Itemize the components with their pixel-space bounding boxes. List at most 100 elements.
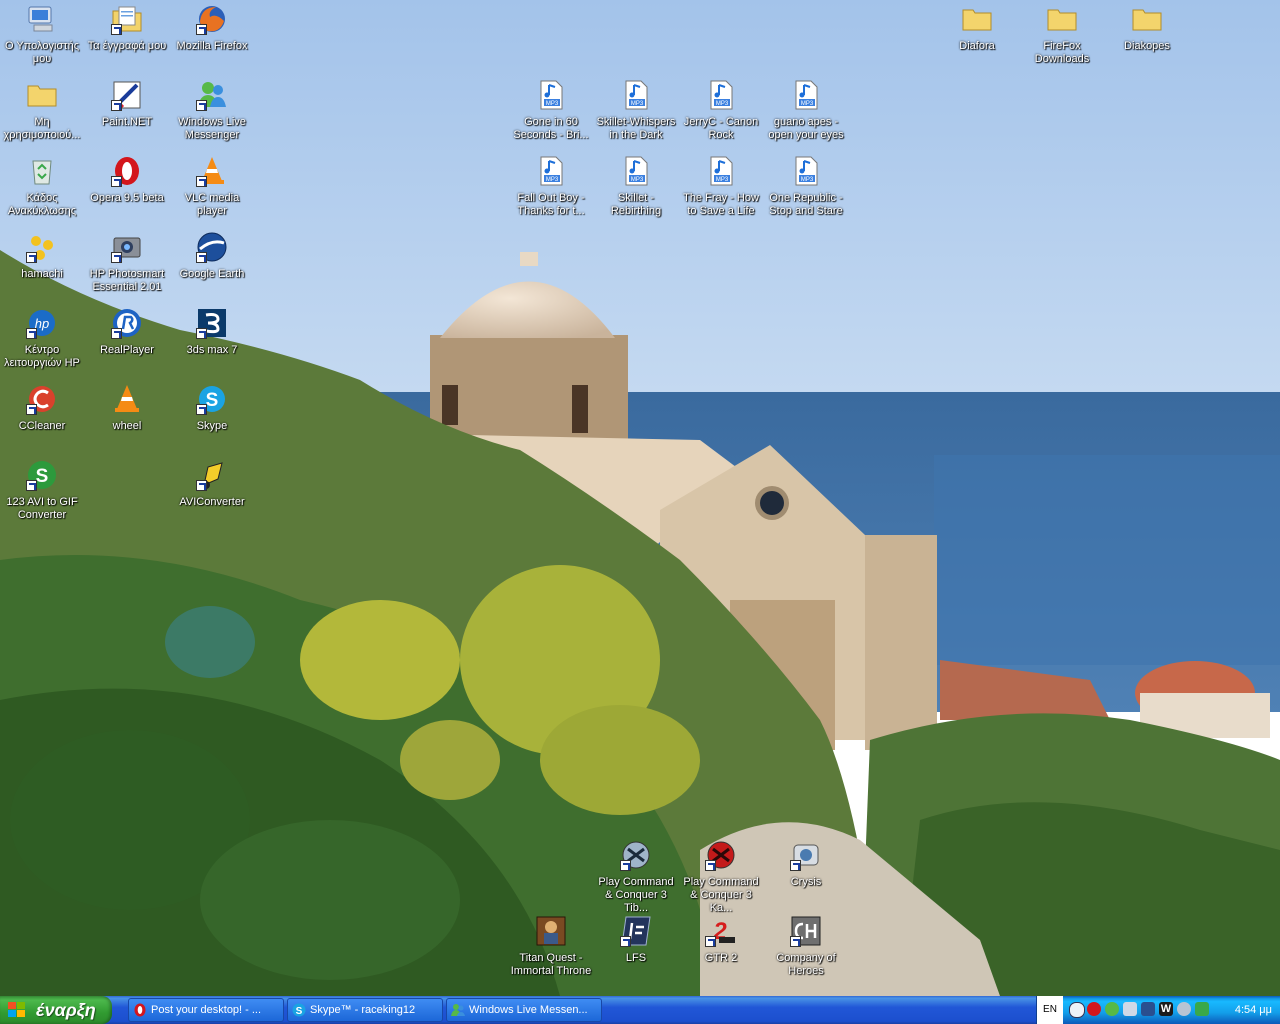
mp3-icon: MP3	[535, 155, 567, 187]
shortcut-arrow-icon	[111, 176, 122, 187]
desktop-icon-recycle-bin[interactable]: Κάδος Ανακύκλωσης	[0, 155, 84, 227]
desktop-icon-paintnet[interactable]: Paint.NET	[85, 79, 169, 151]
shortcut-arrow-icon	[111, 24, 122, 35]
desktop-icon-hamachi[interactable]: hamachi	[0, 231, 84, 303]
cnc3-kane-icon	[705, 839, 737, 871]
desktop-icon-firefox[interactable]: Mozilla Firefox	[170, 3, 254, 75]
svg-text:MP3: MP3	[716, 101, 729, 107]
desktop-icon-mp3[interactable]: MP3 One Republic - Stop and Stare	[764, 155, 848, 227]
desktop[interactable]: Ο Υπολογιστής μου Τα έγγραφά μου Mozilla…	[0, 0, 1280, 996]
svg-text:MP3: MP3	[631, 177, 644, 183]
desktop-icon-diafora[interactable]: Diafora	[935, 3, 1019, 75]
lfs-icon	[620, 915, 652, 947]
antivirus-icon[interactable]	[1123, 1002, 1137, 1016]
shortcut-arrow-icon	[620, 860, 631, 871]
taskbar-button-messenger[interactable]: Windows Live Messen...	[446, 998, 602, 1022]
shortcut-arrow-icon	[26, 404, 37, 415]
messenger-tray-icon[interactable]	[1105, 1002, 1119, 1016]
shortcut-arrow-icon	[111, 328, 122, 339]
taskbar: έναρξη Post your desktop! - ... S Skype™…	[0, 996, 1280, 1024]
desktop-icon-hp-photosmart[interactable]: HP Photosmart Essential 2.01	[85, 231, 169, 303]
desktop-icon-unused[interactable]: Μη χρησιμοποιού...	[0, 79, 84, 151]
kaspersky-icon[interactable]	[1195, 1002, 1209, 1016]
desktop-icon-mp3[interactable]: MP3 JerryC - Canon Rock	[679, 79, 763, 151]
shortcut-arrow-icon	[196, 252, 207, 263]
desktop-icon-mp3[interactable]: MP3 Gone in 60 Seconds - Bri...	[509, 79, 593, 151]
folder-icon	[1131, 3, 1163, 35]
network-icon[interactable]	[1141, 1002, 1155, 1016]
crysis-icon	[790, 839, 822, 871]
shortcut-arrow-icon	[196, 100, 207, 111]
my-documents-icon	[111, 3, 143, 35]
vlc-icon	[111, 383, 143, 415]
taskbar-button-opera[interactable]: Post your desktop! - ...	[128, 998, 284, 1022]
volume-icon[interactable]	[1177, 1002, 1191, 1016]
desktop-icon-cnc3-tiberium[interactable]: Play Command & Conquer 3 Tib...	[594, 839, 678, 914]
desktop-icon-wheel[interactable]: wheel	[85, 383, 169, 455]
desktop-icon-vlc[interactable]: VLC media player	[170, 155, 254, 227]
desktop-icon-firefox-downloads[interactable]: FireFox Downloads	[1020, 3, 1104, 75]
cnc3-icon	[620, 839, 652, 871]
gtr2-icon: 2	[705, 915, 737, 947]
svg-text:S: S	[296, 1006, 303, 1017]
shortcut-arrow-icon	[196, 176, 207, 187]
svg-text:MP3: MP3	[801, 177, 814, 183]
desktop-icon-skype[interactable]: S Skype	[170, 383, 254, 455]
desktop-icon-mp3[interactable]: MP3 Skillet - Rebirthing	[594, 155, 678, 227]
taskbar-button-skype[interactable]: S Skype™ - raceking12	[287, 998, 443, 1022]
winamp-icon[interactable]: W	[1159, 1002, 1173, 1016]
hp-icon: hp	[26, 307, 58, 339]
desktop-icon-mp3[interactable]: MP3 The Fray - How to Save a Life	[679, 155, 763, 227]
language-indicator[interactable]: EN	[1037, 996, 1063, 1024]
svg-text:MP3: MP3	[546, 177, 559, 183]
desktop-icon-wlm[interactable]: Windows Live Messenger	[170, 79, 254, 151]
desktop-icon-mp3[interactable]: MP3 Fall Out Boy - Thanks for t...	[509, 155, 593, 227]
shortcut-arrow-icon	[196, 24, 207, 35]
mp3-icon: MP3	[620, 79, 652, 111]
shortcut-arrow-icon	[620, 936, 631, 947]
desktop-icon-mp3[interactable]: MP3 Skillet-Whispers in the Dark	[594, 79, 678, 151]
svg-text:MP3: MP3	[631, 101, 644, 107]
desktop-icon-my-computer[interactable]: Ο Υπολογιστής μου	[0, 3, 84, 75]
desktop-icon-123-avi[interactable]: S 123 AVI to GIF Converter	[0, 459, 84, 531]
vlc-icon	[196, 155, 228, 187]
avi-gif-icon: S	[26, 459, 58, 491]
opera-tray-icon[interactable]	[1087, 1002, 1101, 1016]
desktop-icon-crysis[interactable]: Crysis	[764, 839, 848, 911]
svg-text:S: S	[36, 466, 49, 487]
mp3-icon: MP3	[790, 155, 822, 187]
desktop-icon-titan-quest[interactable]: Titan Quest - Immortal Throne	[509, 915, 593, 987]
hamachi-icon	[26, 231, 58, 263]
desktop-icon-opera[interactable]: Opera 9.5 beta	[85, 155, 169, 227]
opera-icon	[134, 1003, 146, 1017]
desktop-icon-mp3[interactable]: MP3 guano apes - open your eyes	[764, 79, 848, 151]
folder-icon	[26, 79, 58, 111]
folder-icon	[1046, 3, 1078, 35]
start-button[interactable]: έναρξη	[0, 996, 112, 1024]
desktop-icon-diakopes[interactable]: Diakopes	[1105, 3, 1189, 75]
paintnet-icon	[111, 79, 143, 111]
shortcut-arrow-icon	[790, 860, 801, 871]
back-arrow-icon[interactable]	[1069, 1002, 1085, 1018]
opera-icon	[111, 155, 143, 187]
desktop-icon-cnc3-kane[interactable]: Play Command & Conquer 3 Ka...	[679, 839, 763, 914]
mp3-icon: MP3	[705, 79, 737, 111]
desktop-icon-hp-center[interactable]: hp Κέντρο λειτουργιών HP	[0, 307, 84, 379]
desktop-icon-3ds-max[interactable]: 3ds max 7	[170, 307, 254, 379]
desktop-icon-aviconverter[interactable]: AVIConverter	[170, 459, 254, 531]
desktop-icon-my-documents[interactable]: Τα έγγραφά μου	[85, 3, 169, 75]
skype-icon: S	[196, 383, 228, 415]
ccleaner-icon	[26, 383, 58, 415]
desktop-icon-realplayer[interactable]: RealPlayer	[85, 307, 169, 379]
desktop-icon-lfs[interactable]: LFS	[594, 915, 678, 987]
3ds-max-icon	[196, 307, 228, 339]
desktop-icon-ccleaner[interactable]: CCleaner	[0, 383, 84, 455]
desktop-icon-gtr2[interactable]: 2 GTR 2	[679, 915, 763, 987]
desktop-icon-company-of-heroes[interactable]: Company of Heroes	[764, 915, 848, 987]
clock[interactable]: 4:54 μμ	[1235, 996, 1272, 1024]
shortcut-arrow-icon	[26, 480, 37, 491]
shortcut-arrow-icon	[196, 480, 207, 491]
desktop-icon-google-earth[interactable]: Google Earth	[170, 231, 254, 303]
shortcut-arrow-icon	[111, 100, 122, 111]
shortcut-arrow-icon	[111, 252, 122, 263]
